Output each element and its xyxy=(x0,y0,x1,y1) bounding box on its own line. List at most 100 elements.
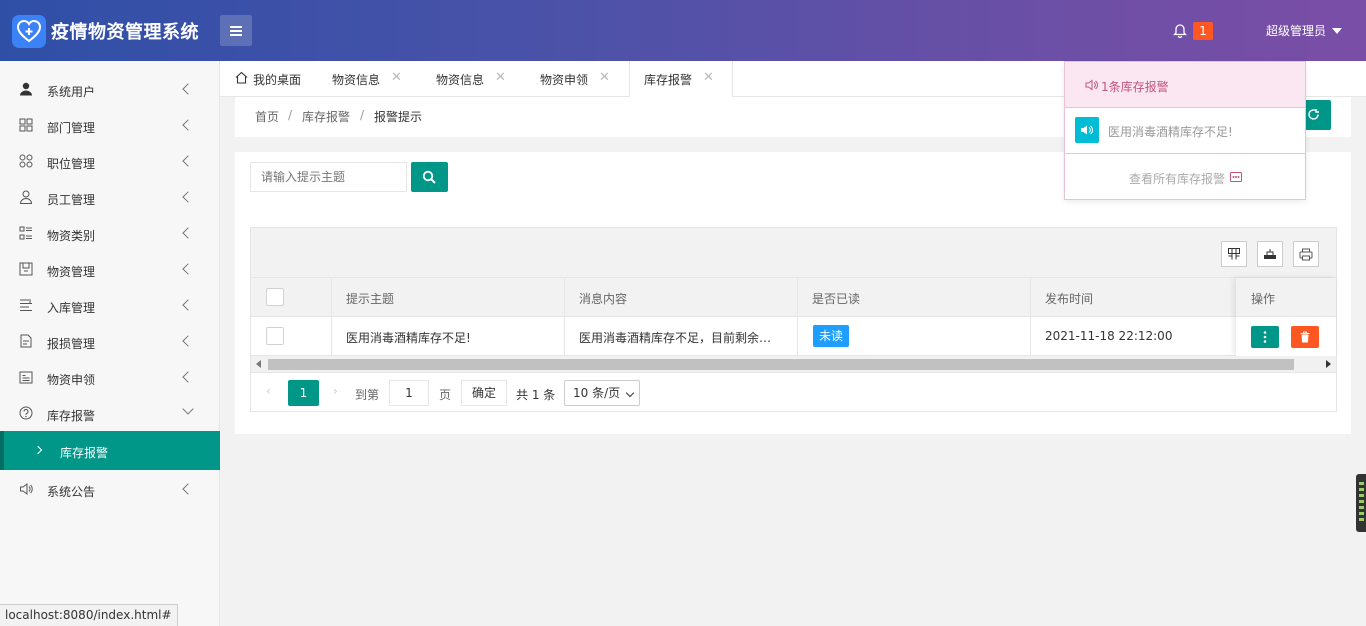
tab-stock-alarm[interactable]: 库存报警 ✕ xyxy=(629,61,733,98)
sidebar-item-label: 职位管理 xyxy=(47,157,96,171)
tab-supply-info-1[interactable]: 物资信息 ✕ xyxy=(318,61,422,97)
goto-page-input[interactable]: 1 xyxy=(389,380,429,406)
scroll-left-icon[interactable] xyxy=(256,360,261,368)
prev-page-icon[interactable]: ‹ xyxy=(266,384,271,398)
close-icon[interactable]: ✕ xyxy=(599,70,610,85)
app-title: 疫情物资管理系统 xyxy=(51,22,199,43)
delete-button[interactable] xyxy=(1291,326,1319,348)
sidebar-item-label: 库存报警 xyxy=(47,409,96,423)
columns-filter-button[interactable] xyxy=(1221,241,1247,267)
more-actions-button[interactable] xyxy=(1251,326,1279,348)
refresh-icon xyxy=(1308,109,1319,120)
question-icon xyxy=(19,406,33,420)
chevron-left-icon xyxy=(182,119,194,131)
view-all-label: 查看所有库存报警 xyxy=(1129,172,1226,186)
sidebar-item-inbound[interactable]: 入库管理 xyxy=(0,287,220,323)
pagination: ‹ 1 › 到第 1 页 确定 共 1 条 10 条/页 xyxy=(251,374,1336,412)
notification-item[interactable]: 医用消毒酒精库存不足! xyxy=(1065,108,1305,154)
top-header: 疫情物资管理系统 1 超级管理员 xyxy=(0,0,1366,61)
print-button[interactable] xyxy=(1293,241,1319,267)
lines-icon xyxy=(20,299,32,311)
notification-badge[interactable]: 1 xyxy=(1193,22,1213,40)
notification-dropdown: 1条库存报警 医用消毒酒精库存不足! 查看所有库存报警 xyxy=(1064,61,1306,200)
side-widget-handle[interactable] xyxy=(1356,474,1366,532)
tab-supply-requests[interactable]: 物资申领 ✕ xyxy=(526,61,630,97)
breadcrumb-separator: / xyxy=(360,108,365,122)
page-current[interactable]: 1 xyxy=(288,380,319,406)
tab-label: 物资申领 xyxy=(540,73,589,87)
breadcrumb-separator: / xyxy=(288,108,293,122)
status-bar-url: localhost:8080/index.html# xyxy=(0,604,178,626)
sidebar-subitem-stock-alarm[interactable]: 库存报警 xyxy=(0,431,220,470)
speaker-icon xyxy=(1075,117,1099,143)
breadcrumb-home[interactable]: 首页 xyxy=(255,108,279,125)
export-button[interactable] xyxy=(1257,241,1283,267)
chevron-down-icon xyxy=(625,388,635,398)
sidebar-item-label: 部门管理 xyxy=(47,121,96,135)
more-dots-icon xyxy=(1230,172,1242,182)
tab-label: 我的桌面 xyxy=(253,73,302,87)
search-input[interactable] xyxy=(250,162,407,192)
row-checkbox[interactable] xyxy=(266,327,284,345)
export-icon xyxy=(1264,249,1276,259)
column-header-read-status[interactable]: 是否已读 xyxy=(812,290,860,307)
close-icon[interactable]: ✕ xyxy=(495,70,506,85)
scroll-right-icon[interactable] xyxy=(1326,360,1331,368)
sidebar: 系统用户 部门管理 职位管理 员工管理 物资类别 物资管理 入库管理 报损管理 xyxy=(0,61,220,626)
select-all-checkbox[interactable] xyxy=(266,288,284,306)
chevron-left-icon xyxy=(182,299,194,311)
column-header-published[interactable]: 发布时间 xyxy=(1045,290,1093,307)
close-icon[interactable]: ✕ xyxy=(703,70,714,85)
search-button[interactable] xyxy=(411,162,448,192)
chevron-left-icon xyxy=(182,191,194,203)
scrollbar-thumb[interactable] xyxy=(268,359,1294,370)
close-icon[interactable]: ✕ xyxy=(391,70,402,85)
actions-header: 操作 xyxy=(1236,278,1336,317)
page-size-select[interactable]: 10 条/页 xyxy=(564,380,640,406)
sidebar-item-users[interactable]: 系统用户 xyxy=(0,71,220,107)
chevron-left-icon xyxy=(182,83,194,95)
total-count: 共 1 条 xyxy=(516,388,556,402)
user-menu[interactable]: 超级管理员 xyxy=(1266,22,1326,39)
sidebar-subitem-label: 库存报警 xyxy=(60,446,109,460)
menu-toggle-button[interactable] xyxy=(220,15,252,46)
sidebar-item-categories[interactable]: 物资类别 xyxy=(0,215,220,251)
search-icon xyxy=(422,170,436,184)
tab-supply-info-2[interactable]: 物资信息 ✕ xyxy=(422,61,526,97)
sidebar-item-requests[interactable]: 物资申领 xyxy=(0,359,220,395)
page-size-value: 10 条/页 xyxy=(573,386,621,400)
sidebar-item-positions[interactable]: 职位管理 xyxy=(0,143,220,179)
goto-label: 到第 xyxy=(355,388,380,402)
chevron-left-icon xyxy=(182,335,194,347)
tab-home[interactable]: 我的桌面 xyxy=(220,61,318,97)
table-row[interactable]: 医用消毒酒精库存不足! 医用消毒酒精库存不足，目前剩余… 未读 2021-11-… xyxy=(251,317,1336,356)
tab-label: 库存报警 xyxy=(644,73,693,87)
view-all-alarms-link[interactable]: 查看所有库存报警 xyxy=(1065,154,1305,200)
sidebar-item-stock-alarm[interactable]: 库存报警 xyxy=(0,395,220,431)
column-header-actions: 操作 xyxy=(1251,292,1276,306)
horizontal-scrollbar[interactable] xyxy=(251,356,1336,373)
user-icon xyxy=(20,82,32,96)
tab-label: 物资信息 xyxy=(436,73,485,87)
sidebar-item-loss[interactable]: 报损管理 xyxy=(0,323,220,359)
calendar-icon xyxy=(19,371,33,384)
goto-confirm-button[interactable]: 确定 xyxy=(461,380,507,406)
next-page-icon[interactable]: › xyxy=(333,384,338,398)
sidebar-item-supplies[interactable]: 物资管理 xyxy=(0,251,220,287)
sidebar-item-label: 员工管理 xyxy=(47,193,96,207)
sidebar-item-departments[interactable]: 部门管理 xyxy=(0,107,220,143)
breadcrumb-level1[interactable]: 库存报警 xyxy=(302,108,350,125)
notification-header: 1条库存报警 xyxy=(1065,62,1305,108)
caret-down-icon[interactable] xyxy=(1332,28,1342,34)
notification-header-text: 1条库存报警 xyxy=(1101,80,1169,94)
sidebar-item-announcements[interactable]: 系统公告 xyxy=(0,471,220,507)
column-header-subject[interactable]: 提示主题 xyxy=(346,290,394,307)
column-header-content[interactable]: 消息内容 xyxy=(579,290,627,307)
sidebar-item-employees[interactable]: 员工管理 xyxy=(0,179,220,215)
chevron-left-icon xyxy=(182,371,194,383)
print-icon xyxy=(1299,248,1313,261)
sidebar-item-label: 物资申领 xyxy=(47,373,96,387)
bell-icon[interactable] xyxy=(1172,22,1188,41)
sidebar-item-label: 报损管理 xyxy=(47,337,96,351)
chevron-left-icon xyxy=(182,483,194,495)
